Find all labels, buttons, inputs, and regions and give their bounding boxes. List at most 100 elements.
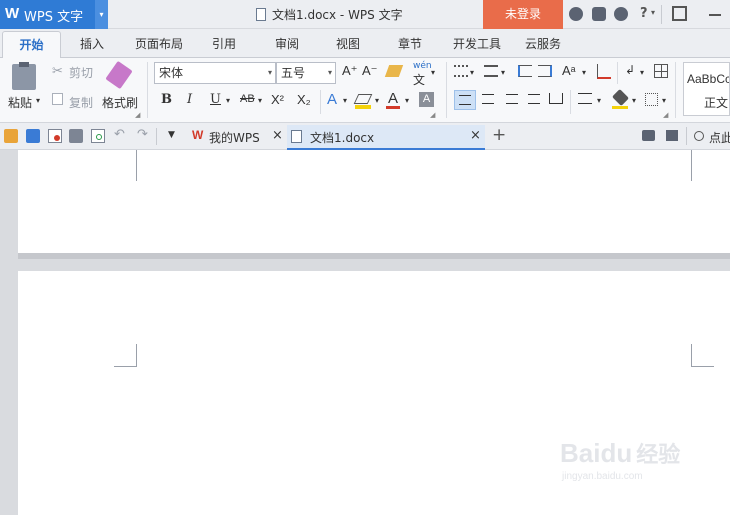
line-spacing-icon[interactable] (578, 93, 592, 104)
font-color-dropdown-icon[interactable]: ▾ (405, 96, 409, 105)
close-icon[interactable]: × (272, 128, 283, 143)
superscript-button[interactable]: X² (271, 92, 284, 107)
marks-dropdown-icon[interactable]: ▾ (640, 68, 644, 77)
tab-section[interactable]: 章节 (398, 35, 422, 52)
customize-toolbar-icon[interactable]: ▼ (168, 130, 175, 140)
tab-reference[interactable]: 引用 (212, 35, 236, 52)
paste-button[interactable]: 粘贴 (8, 94, 32, 111)
minimize-icon[interactable] (709, 14, 721, 16)
save-icon[interactable] (26, 129, 40, 143)
shading-dropdown-icon[interactable]: ▾ (632, 96, 636, 105)
table-icon[interactable] (654, 64, 668, 78)
tab-cloud[interactable]: 云服务 (525, 35, 561, 52)
window-title: 文档1.docx - WPS 文字 (256, 6, 403, 23)
settings-icon[interactable] (592, 7, 606, 21)
doc-tab-label: 文档1.docx (310, 131, 375, 145)
borders-icon[interactable] (645, 93, 658, 106)
bullet-list-icon[interactable] (454, 65, 468, 77)
case-dropdown-icon[interactable]: ▾ (582, 68, 586, 77)
redo-icon[interactable]: ↷ (137, 127, 148, 142)
tab-start[interactable]: 开始 (2, 31, 61, 59)
app-menu-dropdown[interactable]: ▾ (95, 0, 108, 29)
open-icon[interactable] (4, 129, 18, 143)
style-gallery[interactable]: AaBbCc 正文 (683, 62, 730, 116)
grow-font-button[interactable]: A⁺ (342, 63, 358, 79)
shrink-font-button[interactable]: A⁻ (362, 63, 378, 79)
login-button[interactable]: 未登录 (483, 0, 563, 29)
format-painter-button[interactable]: 格式刷 (102, 94, 138, 111)
restore-icon[interactable] (672, 6, 687, 21)
shading-color-bar (612, 106, 628, 109)
help-icon[interactable]: ? (640, 6, 648, 21)
search-icon[interactable] (694, 131, 704, 141)
chevron-down-icon: ▾ (267, 68, 272, 77)
doc-tab-document[interactable]: 文档1.docx × (287, 125, 485, 150)
char-shading-button[interactable]: A (419, 92, 434, 107)
tab-review[interactable]: 审阅 (275, 35, 299, 52)
presentation-icon[interactable] (642, 130, 655, 141)
change-case-button[interactable]: Aᵃ (562, 63, 576, 78)
copy-button[interactable]: 复制 (69, 94, 93, 111)
bullet-dropdown-icon[interactable]: ▾ (470, 68, 474, 77)
increase-indent-icon[interactable] (538, 65, 552, 77)
align-center-icon[interactable] (482, 94, 494, 104)
format-painter-icon[interactable] (105, 60, 133, 90)
font-launcher-icon[interactable]: ◢ (430, 111, 435, 119)
phonetic-button[interactable]: wén (413, 61, 432, 71)
font-size-select[interactable]: 五号 ▾ (276, 62, 336, 84)
tab-view[interactable]: 视图 (336, 35, 360, 52)
underline-dropdown-icon[interactable]: ▾ (226, 96, 230, 105)
title-bar: W WPS 文字 ▾ 文档1.docx - WPS 文字 未登录 ? ▾ (0, 0, 730, 29)
justify-icon[interactable] (528, 94, 540, 104)
italic-button[interactable]: I (187, 92, 192, 107)
undo-icon[interactable]: ↶ (114, 127, 125, 142)
strikethrough-button[interactable]: AB (240, 93, 255, 105)
strike-dropdown-icon[interactable]: ▾ (258, 96, 262, 105)
paragraph-shading-icon[interactable] (612, 89, 629, 106)
line-spacing-dropdown-icon[interactable]: ▾ (597, 96, 601, 105)
phonetic-dropdown-icon[interactable]: ▾ (431, 68, 435, 77)
tools-icon[interactable] (614, 7, 628, 21)
search-label[interactable]: 点此 (709, 129, 730, 146)
export-pdf-icon[interactable] (48, 129, 62, 143)
font-color-button[interactable]: A (388, 90, 398, 107)
highlight-dropdown-icon[interactable]: ▾ (375, 96, 379, 105)
tab-insert[interactable]: 插入 (80, 35, 104, 52)
align-right-icon[interactable] (506, 94, 518, 104)
print-icon[interactable] (69, 129, 83, 143)
new-tab-button[interactable]: + (492, 125, 506, 145)
numbered-dropdown-icon[interactable]: ▾ (501, 68, 505, 77)
window-list-icon[interactable] (666, 130, 678, 141)
text-effect-button[interactable]: A (327, 91, 337, 108)
show-marks-icon[interactable]: ↲ (625, 63, 635, 77)
cut-button[interactable]: 剪切 (69, 64, 93, 81)
text-effect-dropdown-icon[interactable]: ▾ (343, 96, 347, 105)
font-name-select[interactable]: 宋体 ▾ (154, 62, 276, 84)
clipboard-launcher-icon[interactable]: ◢ (135, 111, 140, 119)
page-one[interactable] (18, 150, 730, 253)
underline-button[interactable]: U (210, 92, 221, 107)
highlight-icon[interactable] (353, 94, 373, 104)
tab-page-layout[interactable]: 页面布局 (135, 35, 183, 52)
skin-icon[interactable] (569, 7, 583, 21)
numbered-list-icon[interactable] (484, 65, 498, 77)
close-icon[interactable]: × (470, 128, 481, 143)
print-preview-icon[interactable] (91, 129, 105, 143)
help-dropdown-icon[interactable]: ▾ (651, 8, 655, 17)
app-menu-button[interactable]: W WPS 文字 (0, 0, 95, 29)
tab-developer[interactable]: 开发工具 (453, 35, 501, 52)
borders-dropdown-icon[interactable]: ▾ (662, 96, 666, 105)
align-left-button[interactable] (454, 90, 476, 110)
paste-icon[interactable] (12, 62, 36, 90)
paragraph-launcher-icon[interactable]: ◢ (663, 111, 668, 119)
distribute-icon[interactable] (549, 93, 563, 104)
clear-format-icon[interactable] (384, 65, 404, 77)
document-icon (256, 8, 266, 21)
decrease-indent-icon[interactable] (518, 65, 532, 77)
doc-tab-mywps[interactable]: W 我的WPS × (186, 125, 286, 149)
sort-icon[interactable] (597, 64, 611, 79)
bold-button[interactable]: B (161, 92, 172, 107)
paste-dropdown-icon[interactable]: ▾ (36, 96, 40, 105)
style-normal-label[interactable]: 正文 (704, 94, 728, 111)
subscript-button[interactable]: X₂ (297, 92, 311, 107)
